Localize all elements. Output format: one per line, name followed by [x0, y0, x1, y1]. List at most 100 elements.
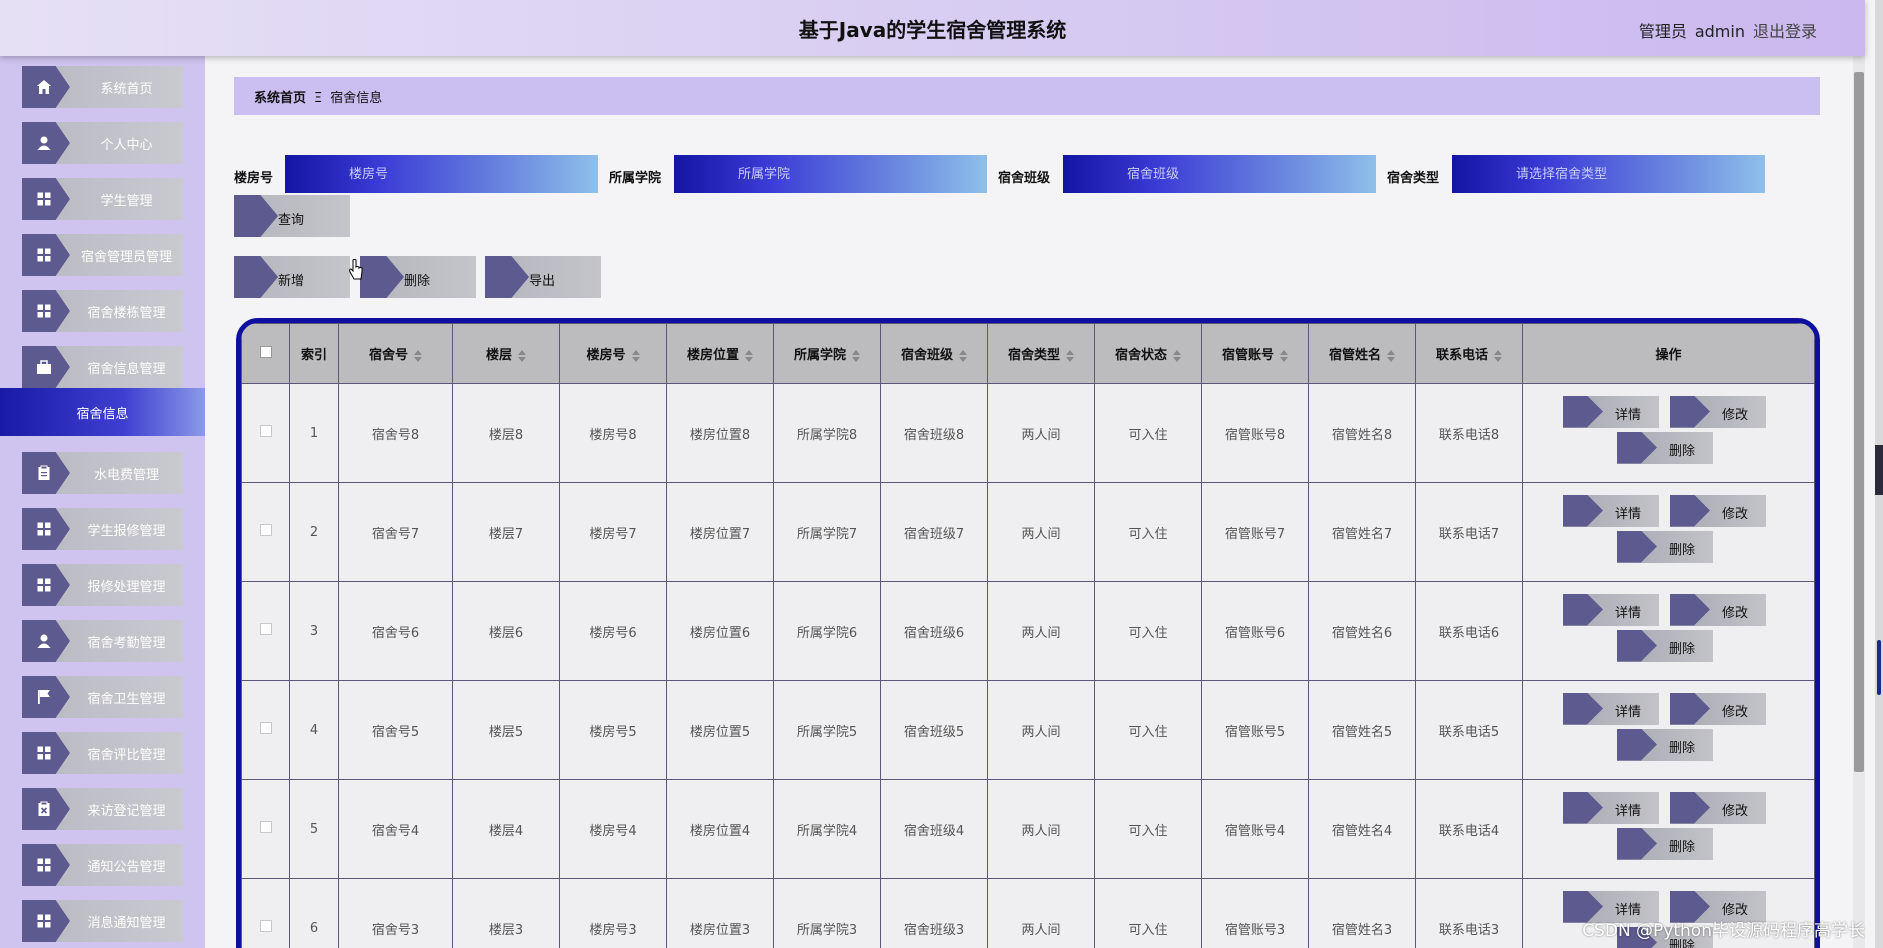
- add-button[interactable]: 新增: [234, 256, 350, 298]
- column-header-4[interactable]: 楼房号: [559, 323, 667, 384]
- row-edit-button-label: 修改: [1721, 802, 1748, 818]
- row-edit-button[interactable]: 修改: [1670, 593, 1766, 626]
- row-checkbox[interactable]: [259, 623, 272, 635]
- table-cell: 可入住: [1094, 878, 1202, 948]
- row-delete-button[interactable]: 删除: [1617, 827, 1713, 860]
- sort-icon[interactable]: [1280, 349, 1288, 362]
- search-input-class[interactable]: [1063, 155, 1376, 193]
- thermometer-icon: [1877, 640, 1881, 695]
- table-cell: 6: [289, 878, 339, 948]
- sidebar-item-5[interactable]: 宿舍楼栋管理: [22, 290, 183, 332]
- row-detail-button[interactable]: 详情: [1563, 395, 1659, 428]
- outer-scrollbar[interactable]: [1875, 0, 1883, 948]
- table-cell: 宿管姓名5: [1308, 680, 1416, 780]
- logout-link[interactable]: 退出登录: [1753, 22, 1817, 41]
- column-header-label: 楼房号: [586, 348, 626, 363]
- scrollbar-thumb[interactable]: [1854, 72, 1864, 772]
- select-all-checkbox[interactable]: [259, 345, 272, 358]
- column-header-8[interactable]: 宿舍类型: [987, 323, 1095, 384]
- breadcrumb-home[interactable]: 系统首页: [254, 91, 306, 106]
- column-header-9[interactable]: 宿舍状态: [1094, 323, 1202, 384]
- sort-icon[interactable]: [631, 349, 640, 362]
- row-detail-button[interactable]: 详情: [1563, 692, 1659, 725]
- column-header-5[interactable]: 楼房位置: [666, 323, 774, 384]
- query-button[interactable]: 查询: [234, 195, 350, 237]
- column-header-2[interactable]: 宿舍号: [338, 323, 453, 384]
- column-header-11[interactable]: 宿管姓名: [1308, 323, 1416, 384]
- table-cell: 可入住: [1094, 680, 1202, 780]
- sidebar-item-11[interactable]: 宿舍卫生管理: [22, 676, 183, 718]
- row-checkbox[interactable]: [259, 920, 272, 932]
- row-edit-button-label: 修改: [1721, 505, 1748, 521]
- column-header-6[interactable]: 所属学院: [773, 323, 881, 384]
- table-cell: 宿舍班级5: [880, 680, 988, 780]
- sidebar-item-tab: [22, 290, 70, 332]
- sidebar-item-8[interactable]: 学生报修管理: [22, 508, 183, 550]
- sidebar-item-tab: [22, 564, 70, 606]
- sidebar-item-14[interactable]: 通知公告管理: [22, 844, 183, 886]
- sort-icon[interactable]: [518, 349, 526, 362]
- dorm-table: 索引 宿舍号 楼层 楼房号 楼房位置 所属学院 宿舍班级 宿舍类型 宿舍状态 宿管账号 宿管姓名 联系…: [241, 323, 1815, 948]
- row-detail-button[interactable]: 详情: [1563, 593, 1659, 626]
- row-checkbox[interactable]: [259, 425, 272, 437]
- table-cell: 宿管姓名6: [1308, 581, 1416, 681]
- sort-icon[interactable]: [1173, 349, 1181, 362]
- column-header-7[interactable]: 宿舍班级: [880, 323, 988, 384]
- sidebar-item-9[interactable]: 报修处理管理: [22, 564, 183, 606]
- sidebar-item-15[interactable]: 消息通知管理: [22, 900, 183, 942]
- search-input-building[interactable]: [285, 155, 598, 193]
- row-delete-button[interactable]: 删除: [1617, 530, 1713, 563]
- search-select-type[interactable]: [1452, 155, 1765, 193]
- sort-icon[interactable]: [414, 349, 422, 362]
- row-checkbox[interactable]: [259, 524, 272, 536]
- row-checkbox[interactable]: [259, 722, 272, 734]
- column-header-10[interactable]: 宿管账号: [1201, 323, 1309, 384]
- sidebar-item-1[interactable]: 系统首页: [22, 66, 183, 108]
- sidebar-item-7[interactable]: 水电费管理: [22, 452, 183, 494]
- table-cell: 宿舍班级6: [880, 581, 988, 681]
- row-delete-button[interactable]: 删除: [1617, 431, 1713, 464]
- delete-button[interactable]: 删除: [360, 256, 476, 298]
- sidebar-item-label: 水电费管理: [93, 468, 159, 483]
- row-checkbox[interactable]: [259, 821, 272, 833]
- sidebar-item-10[interactable]: 宿舍考勤管理: [22, 620, 183, 662]
- export-button[interactable]: 导出: [485, 256, 601, 298]
- sidebar-subitem-dorm-info[interactable]: 宿舍信息: [0, 388, 205, 436]
- row-detail-button-label: 详情: [1614, 901, 1641, 917]
- sidebar-item-3[interactable]: 学生管理: [22, 178, 183, 220]
- sort-icon[interactable]: [959, 349, 967, 362]
- row-detail-button[interactable]: 详情: [1563, 494, 1659, 527]
- search-input-college[interactable]: [674, 155, 987, 193]
- outer-scrollbar-thumb[interactable]: [1875, 445, 1883, 495]
- table-cell: 楼房位置8: [666, 383, 774, 483]
- sidebar-item-12[interactable]: 宿舍评比管理: [22, 732, 183, 774]
- sort-icon[interactable]: [745, 349, 753, 362]
- row-delete-button[interactable]: 删除: [1617, 629, 1713, 662]
- row-edit-button[interactable]: 修改: [1670, 791, 1766, 824]
- breadcrumb-current: 宿舍信息: [330, 91, 383, 106]
- table-row: 6 宿舍号3 楼层3 楼房号3 楼房位置3 所属学院3 宿舍班级3 两人间 可入住 宿管账号3 宿管…: [241, 878, 1815, 948]
- sort-icon[interactable]: [1066, 349, 1074, 362]
- sidebar-item-13[interactable]: 来访登记管理: [22, 788, 183, 830]
- grid-icon: [37, 522, 51, 536]
- sidebar-item-tab: [22, 676, 70, 718]
- sort-icon[interactable]: [1387, 349, 1395, 362]
- sidebar: 系统首页个人中心学生管理宿舍管理员管理 宿舍楼栋管理 宿舍信息管理水电费管理学生报修…: [0, 56, 205, 948]
- sort-icon[interactable]: [852, 349, 860, 362]
- table-cell: 宿管账号6: [1201, 581, 1309, 681]
- sidebar-item-6[interactable]: 宿舍信息管理: [22, 346, 183, 388]
- row-actions-cell: 详情 修改 删除: [1522, 383, 1815, 483]
- column-header-12[interactable]: 联系电话: [1415, 323, 1523, 384]
- column-header-3[interactable]: 楼层: [452, 323, 560, 384]
- row-edit-button[interactable]: 修改: [1670, 395, 1766, 428]
- table-cell: 可入住: [1094, 581, 1202, 681]
- row-detail-button[interactable]: 详情: [1563, 791, 1659, 824]
- sidebar-item-2[interactable]: 个人中心: [22, 122, 183, 164]
- sort-icon[interactable]: [1494, 349, 1502, 362]
- sidebar-item-4[interactable]: 宿舍管理员管理: [22, 234, 183, 276]
- vertical-scrollbar[interactable]: [1853, 56, 1865, 948]
- briefcase-icon: [37, 360, 51, 374]
- row-edit-button[interactable]: 修改: [1670, 494, 1766, 527]
- row-edit-button[interactable]: 修改: [1670, 692, 1766, 725]
- row-delete-button[interactable]: 删除: [1617, 728, 1713, 761]
